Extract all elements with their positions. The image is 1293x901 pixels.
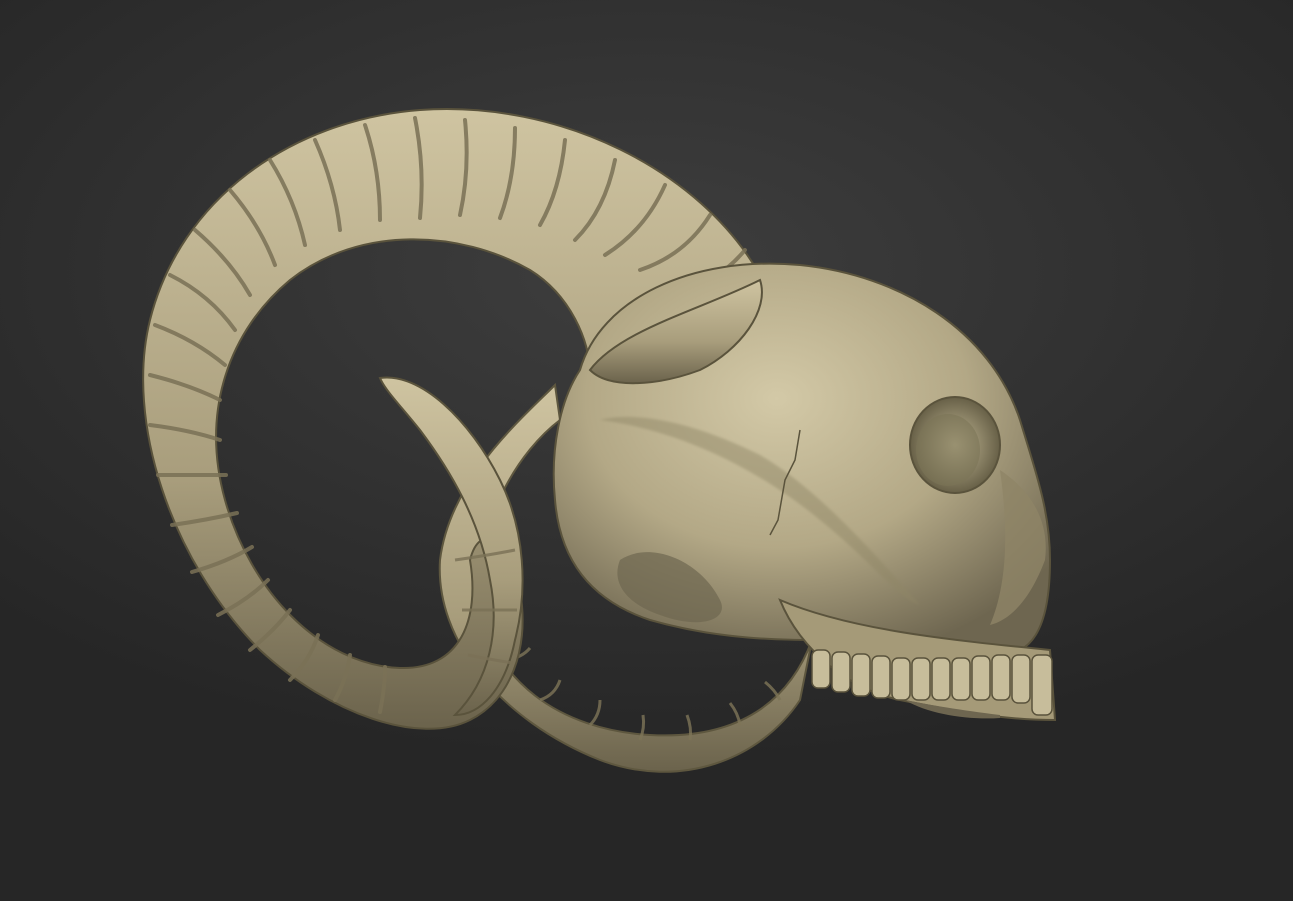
3d-viewport[interactable] (0, 0, 1293, 901)
ram-skull-model[interactable] (0, 0, 1293, 901)
skull (552, 262, 1057, 722)
